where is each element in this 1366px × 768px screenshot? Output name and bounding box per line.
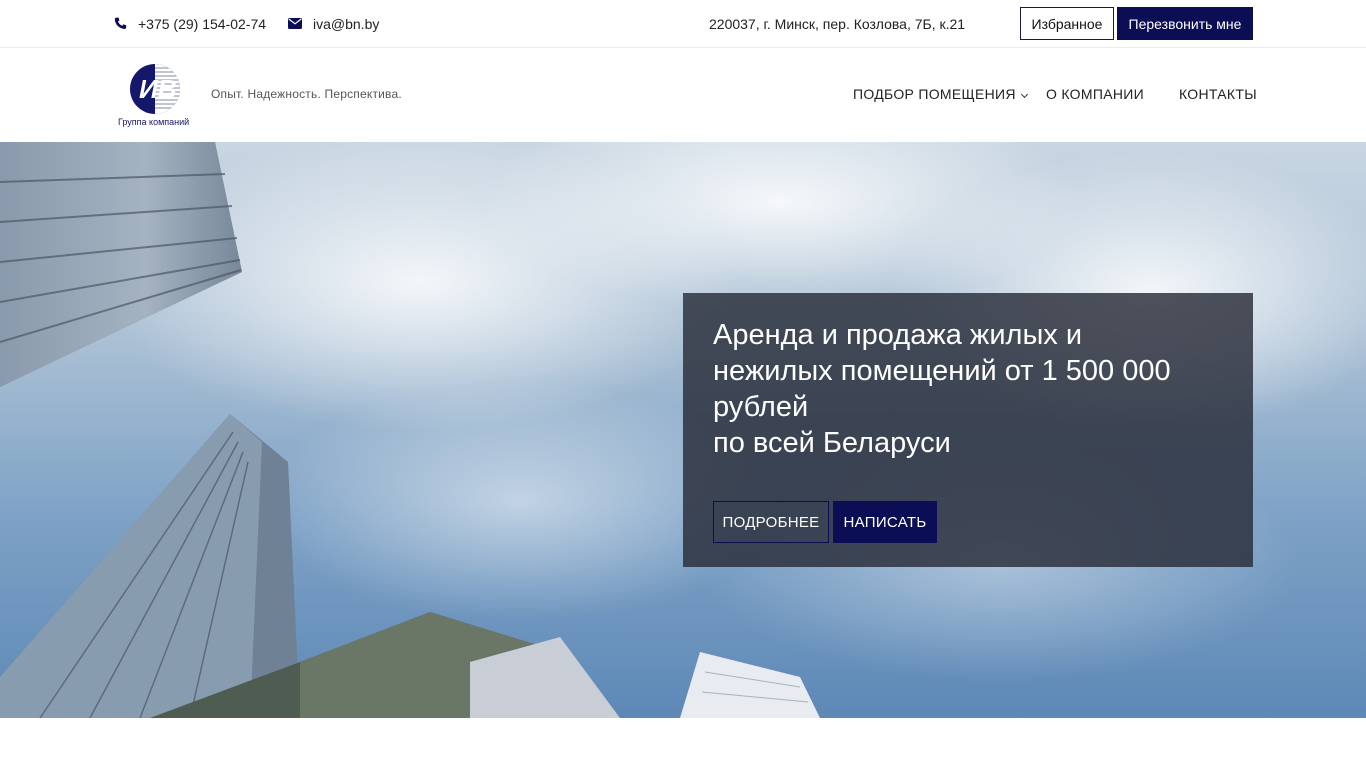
hero-banner: Аренда и продажа жилых и нежилых помещен…	[0, 142, 1366, 718]
callback-button[interactable]: Перезвонить мне	[1117, 7, 1253, 40]
more-button[interactable]: ПОДРОБНЕЕ	[713, 501, 829, 543]
chevron-down-icon	[1020, 90, 1028, 99]
nav-room-selection-label: ПОДБОР ПОМЕЩЕНИЯ	[853, 86, 1016, 102]
hero-title: Аренда и продажа жилых и нежилых помещен…	[713, 317, 1223, 461]
company-tagline: Опыт. Надежность. Перспектива.	[211, 87, 402, 101]
phone-contact[interactable]: +375 (29) 154-02-74	[112, 0, 266, 47]
phone-number[interactable]: +375 (29) 154-02-74	[138, 16, 266, 32]
favorites-button[interactable]: Избранное	[1020, 7, 1114, 40]
nav-about[interactable]: О КОМПАНИИ	[1046, 86, 1144, 102]
nav-room-selection[interactable]: ПОДБОР ПОМЕЩЕНИЯ	[853, 86, 1028, 102]
office-address: 220037, г. Минск, пер. Козлова, 7Б, к.21	[709, 15, 966, 32]
hero-title-line: по всей Беларуси	[713, 427, 951, 459]
nav-contacts[interactable]: КОНТАКТЫ	[1179, 86, 1257, 102]
logo-monogram: ИВ	[139, 74, 176, 104]
top-bar: +375 (29) 154-02-74 iva@bn.by 220037, г.…	[0, 0, 1366, 48]
hero-title-line: нежилых помещений от 1 500 000	[713, 355, 1171, 387]
email-contact[interactable]: iva@bn.by	[287, 0, 379, 47]
envelope-icon	[287, 17, 303, 31]
email-address[interactable]: iva@bn.by	[313, 16, 379, 32]
hero-title-line: рублей	[713, 391, 809, 423]
hero-offer-panel: Аренда и продажа жилых и нежилых помещен…	[683, 293, 1253, 567]
logo-caption: Группа компаний	[118, 117, 189, 127]
company-logo[interactable]: ИВ Группа компаний	[116, 62, 198, 130]
site-header: ИВ Группа компаний Опыт. Надежность. Пер…	[0, 48, 1366, 142]
write-button[interactable]: НАПИСАТЬ	[833, 501, 937, 543]
hero-title-line: Аренда и продажа жилых и	[713, 319, 1083, 351]
phone-icon	[112, 17, 128, 31]
